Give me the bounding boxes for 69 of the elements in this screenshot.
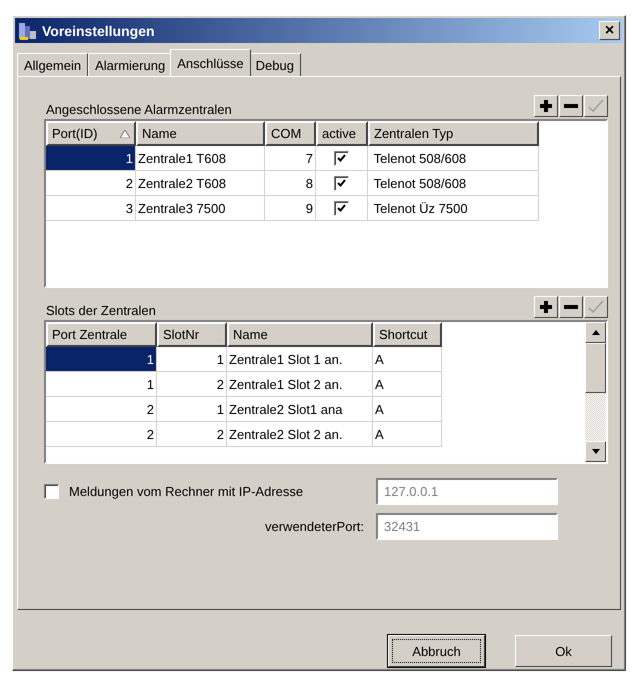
table-cell: 2	[157, 422, 227, 447]
table-cell: 9	[265, 196, 316, 221]
add-button[interactable]	[534, 296, 558, 318]
ip-address-field[interactable]: 127.0.0.1	[376, 478, 558, 505]
table-cell: 2	[46, 171, 136, 196]
checkbox-label: Meldungen vom Rechner mit IP-Adresse	[69, 484, 304, 499]
table-cell: Telenot 508/608	[368, 171, 539, 196]
section-title: Angeschlossene Alarmzentralen	[45, 102, 232, 117]
tab[interactable]: Allgemein	[17, 53, 88, 76]
table-cell: Zentrale3 7500	[136, 196, 265, 221]
table-cell: 2	[46, 422, 157, 447]
table-cell: 3	[46, 196, 136, 221]
table-cell: A	[373, 422, 442, 447]
dialog-button[interactable]: Abbruch	[388, 635, 485, 667]
column-header[interactable]: Name	[227, 322, 373, 347]
column-header[interactable]: active	[316, 121, 368, 146]
table-cell: Telenot Üz 7500	[368, 196, 539, 221]
app-icon	[18, 20, 38, 40]
table-cell: 1	[46, 372, 157, 397]
window-title: Voreinstellungen	[42, 22, 156, 38]
scrollbar[interactable]	[585, 322, 606, 462]
check-icon	[337, 204, 346, 212]
column-header[interactable]: SlotNr	[157, 322, 227, 347]
close-button[interactable]: ×	[599, 21, 620, 40]
column-header[interactable]: COM	[265, 121, 316, 146]
table-cell: 1	[157, 347, 227, 372]
table-cell: A	[373, 397, 442, 422]
add-button[interactable]	[534, 95, 558, 117]
dialog-button[interactable]: Ok	[515, 635, 612, 667]
column-header[interactable]: Port Zentrale	[46, 322, 157, 347]
table-cell: 1	[46, 347, 157, 372]
table-cell: A	[373, 372, 442, 397]
table-cell: 7	[265, 146, 316, 171]
table-cell: Zentrale2 T608	[136, 171, 265, 196]
table-cell: A	[373, 347, 442, 372]
port-field[interactable]: 32431	[376, 513, 558, 540]
plus-icon	[540, 100, 552, 112]
tab[interactable]: Debug	[248, 53, 301, 76]
column-header[interactable]: Name	[136, 121, 265, 146]
tab[interactable]: Alarmierung	[88, 53, 172, 76]
column-header[interactable]: Port(ID)	[46, 121, 136, 146]
column-header[interactable]: Zentralen Typ	[368, 121, 539, 146]
field-label: verwendeterPort:	[265, 519, 364, 534]
minus-icon	[564, 104, 578, 108]
down-arrow-icon	[592, 449, 600, 454]
check-icon	[337, 179, 346, 187]
minus-icon	[564, 305, 578, 309]
table-cell: Zentrale1 Slot 2 an.	[227, 372, 373, 397]
table-cell: Zentrale2 Slot 2 an.	[227, 422, 373, 447]
table-cell: 8	[265, 171, 316, 196]
table-cell: 2	[157, 372, 227, 397]
table-cell: 2	[46, 397, 157, 422]
plus-icon	[540, 301, 552, 313]
column-header[interactable]: Shortcut	[373, 322, 442, 347]
remove-button[interactable]	[559, 95, 583, 117]
check-icon	[588, 300, 604, 314]
table-cell: 1	[157, 397, 227, 422]
up-arrow-icon	[592, 330, 600, 335]
table-cell: 1	[46, 146, 136, 171]
table-cell: Zentrale1 Slot 1 an.	[227, 347, 373, 372]
check-icon	[588, 99, 604, 113]
section-title: Slots der Zentralen	[45, 303, 156, 318]
table-cell: Zentrale1 T608	[136, 146, 265, 171]
table-cell: Zentrale2 Slot1 ana	[227, 397, 373, 422]
check-icon	[337, 154, 346, 162]
tab[interactable]: Anschlüsse	[170, 49, 251, 76]
remove-button[interactable]	[559, 296, 583, 318]
checkbox[interactable]	[44, 484, 59, 499]
table-cell: Telenot 508/608	[368, 146, 539, 171]
